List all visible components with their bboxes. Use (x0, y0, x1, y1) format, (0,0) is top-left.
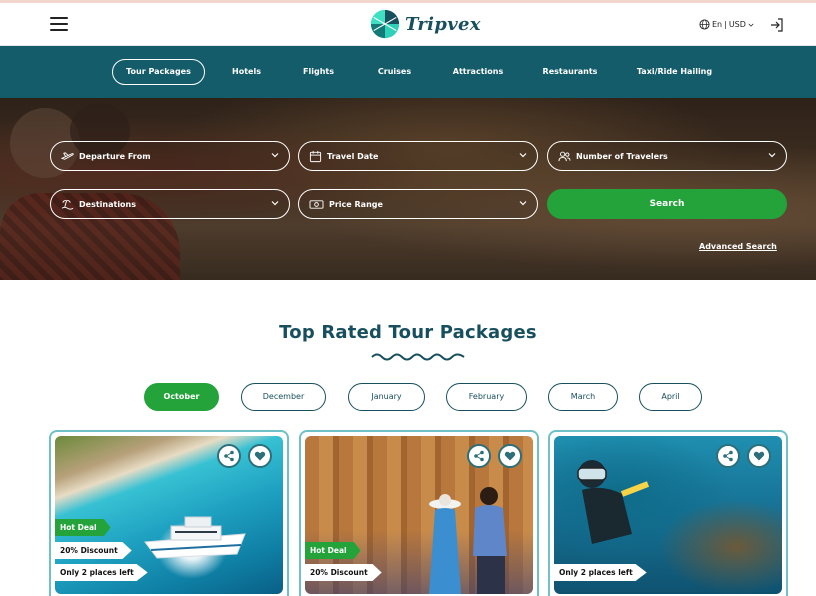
users-icon (558, 151, 571, 161)
number-of-travelers-select[interactable]: Number of Travelers (547, 141, 787, 171)
month-tab-february[interactable]: February (446, 383, 527, 411)
login-icon[interactable] (770, 18, 784, 32)
travel-date-select[interactable]: Travel Date (298, 141, 538, 171)
chevron-down-icon (748, 23, 754, 27)
tour-card[interactable]: Only 2 places left (548, 430, 788, 596)
price-range-select[interactable]: Price Range (298, 189, 538, 219)
diver-illustration (577, 460, 650, 544)
nav-restaurants[interactable]: Restaurants (540, 59, 600, 85)
money-icon (309, 199, 324, 209)
tour-image-boat-beach[interactable]: Hot Deal 20% Discount Only 2 places left (55, 436, 283, 594)
currency-label: USD (728, 20, 746, 29)
language-label: En (712, 20, 723, 29)
hot-deal-badge: Hot Deal (55, 519, 111, 536)
section-title: Top Rated Tour Packages (279, 322, 537, 343)
tour-image-scuba-diver[interactable]: Only 2 places left (554, 436, 782, 594)
heart-icon (753, 451, 765, 461)
plane-icon (61, 151, 74, 160)
destinations-select[interactable]: Destinations (50, 189, 290, 219)
month-tab-march[interactable]: March (548, 383, 618, 411)
discount-badge: 20% Discount (55, 542, 132, 559)
nav-hotels[interactable]: Hotels (224, 59, 269, 85)
month-tab-december[interactable]: December (241, 383, 326, 411)
share-button[interactable] (467, 444, 491, 468)
availability-badge: Only 2 places left (554, 564, 647, 581)
header: Tripvex En | USD (0, 3, 816, 46)
favorite-button[interactable] (498, 444, 522, 468)
month-tab-january[interactable]: January (348, 383, 425, 411)
share-icon (474, 450, 484, 462)
advanced-search-link[interactable]: Advanced Search (699, 242, 777, 251)
logo[interactable]: Tripvex (370, 9, 481, 39)
heart-icon (504, 451, 516, 461)
couple-illustration (429, 487, 507, 594)
month-tab-october[interactable]: October (144, 383, 219, 411)
favorite-button[interactable] (747, 444, 771, 468)
availability-badge: Only 2 places left (55, 564, 148, 581)
search-button[interactable]: Search (547, 189, 787, 219)
heart-icon (254, 451, 266, 461)
tour-image-egypt-temple[interactable]: Hot Deal 20% Discount (305, 436, 533, 594)
chevron-down-icon (271, 153, 279, 158)
share-button[interactable] (716, 444, 740, 468)
chevron-down-icon (271, 201, 279, 206)
logo-text: Tripvex (405, 13, 481, 35)
favorite-button[interactable] (248, 444, 272, 468)
logo-icon (370, 9, 400, 39)
nav-flights[interactable]: Flights (296, 59, 341, 85)
wave-divider (371, 353, 465, 361)
nav-attractions[interactable]: Attractions (448, 59, 508, 85)
share-icon (224, 450, 234, 462)
calendar-icon (309, 150, 322, 162)
number-of-travelers-label: Number of Travelers (576, 151, 668, 161)
language-currency-selector[interactable]: En | USD (699, 19, 754, 30)
share-button[interactable] (217, 444, 241, 468)
month-tab-april[interactable]: April (639, 383, 702, 411)
nav-taxi-ride-hailing[interactable]: Taxi/Ride Hailing (632, 59, 717, 85)
boat-illustration (144, 516, 246, 559)
discount-badge: 20% Discount (305, 564, 382, 581)
menu-icon[interactable] (50, 17, 68, 31)
chevron-down-icon (519, 201, 527, 206)
price-range-label: Price Range (329, 199, 383, 209)
beach-icon (61, 199, 74, 210)
chevron-down-icon (519, 153, 527, 158)
destinations-label: Destinations (79, 199, 137, 209)
globe-icon (699, 19, 710, 30)
tour-card[interactable]: Hot Deal 20% Discount (299, 430, 539, 596)
nav-tour-packages[interactable]: Tour Packages (112, 59, 205, 85)
separator: | (724, 20, 727, 29)
share-icon (723, 450, 733, 462)
category-nav: Tour Packages Hotels Flights Cruises Att… (0, 46, 816, 98)
tour-card[interactable]: Hot Deal 20% Discount Only 2 places left (49, 430, 289, 596)
hot-deal-badge: Hot Deal (305, 542, 361, 559)
departure-from-label: Departure From (79, 151, 151, 161)
travel-date-label: Travel Date (327, 151, 379, 161)
nav-cruises[interactable]: Cruises (372, 59, 417, 85)
chevron-down-icon (768, 153, 776, 158)
departure-from-select[interactable]: Departure From (50, 141, 290, 171)
